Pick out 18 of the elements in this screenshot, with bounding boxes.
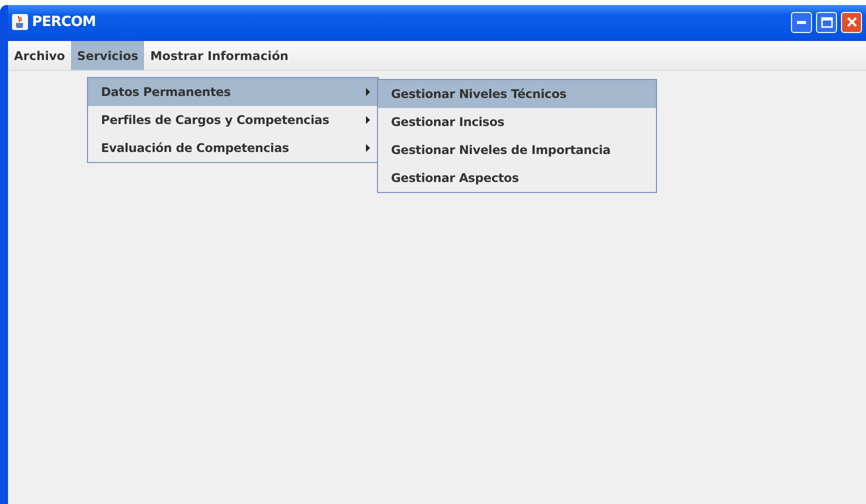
menu-bar-item[interactable]: Mostrar Información	[144, 41, 294, 70]
minimize-icon	[797, 20, 806, 24]
menu-item[interactable]: Evaluación de Competencias	[88, 134, 378, 162]
maximize-button[interactable]	[816, 12, 837, 32]
maximize-icon	[820, 16, 832, 28]
menu-item[interactable]: Gestionar Aspectos	[378, 164, 656, 192]
close-icon	[846, 16, 858, 28]
menu-item[interactable]: Perfiles de Cargos y Competencias	[88, 106, 378, 134]
menu-item[interactable]: Gestionar Niveles de Importancia	[378, 136, 656, 164]
menu-item[interactable]: Datos Permanentes	[88, 78, 378, 106]
minimize-button[interactable]	[791, 12, 812, 32]
java-cup-icon	[12, 14, 28, 30]
menu-bar-item[interactable]: Servicios	[71, 41, 144, 70]
window-title: PERCOM	[32, 14, 97, 30]
menu-bar-item[interactable]: Archivo	[8, 41, 72, 70]
menu-item[interactable]: Gestionar Niveles Técnicos	[378, 80, 656, 108]
menu-item[interactable]: Gestionar Incisos	[378, 108, 656, 136]
close-button[interactable]	[841, 12, 862, 32]
